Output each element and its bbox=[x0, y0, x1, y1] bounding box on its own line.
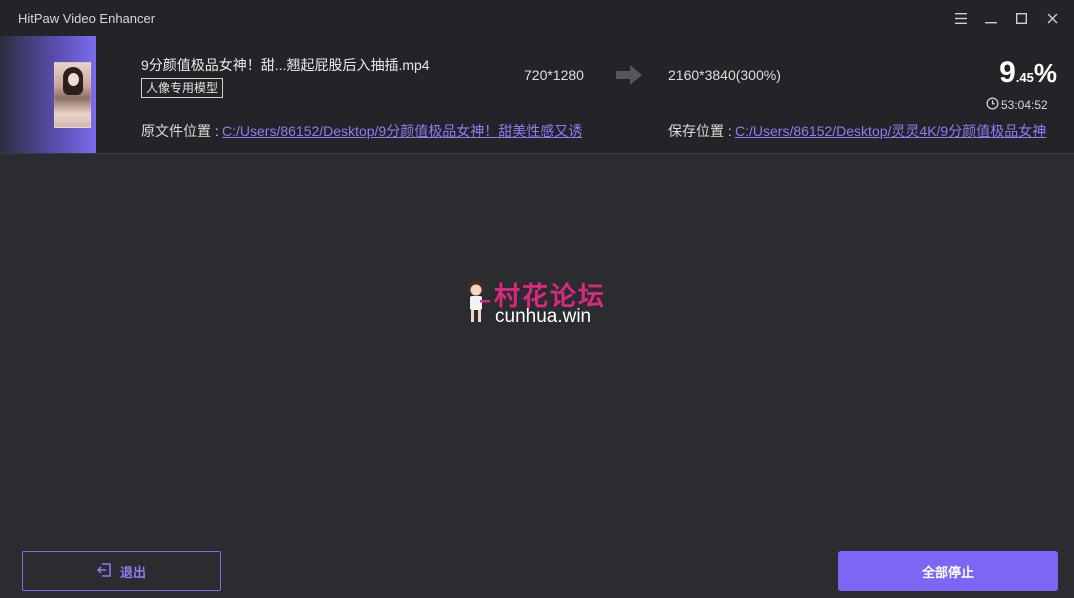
maximize-icon[interactable] bbox=[1011, 8, 1031, 28]
file-name: 9分颜值极品女神！甜...翘起屁股后入抽插.mp4 bbox=[141, 57, 430, 73]
close-icon[interactable] bbox=[1042, 8, 1062, 28]
progress-percent: 9.45% bbox=[985, 56, 1057, 90]
exit-label: 退出 bbox=[119, 564, 146, 580]
menu-icon[interactable] bbox=[951, 8, 971, 28]
minimize-icon[interactable] bbox=[981, 8, 1001, 28]
title-bar: HitPaw Video Enhancer bbox=[0, 0, 1074, 36]
exit-button[interactable]: 退出 bbox=[22, 551, 221, 591]
progress-integer: 9 bbox=[999, 56, 1016, 89]
save-path-label: 保存位置 : bbox=[668, 123, 732, 139]
remaining-time-value: 53:04:52 bbox=[1001, 98, 1048, 112]
exit-icon bbox=[96, 562, 112, 580]
remaining-time: 53:04:52 bbox=[986, 97, 1048, 113]
stop-all-button[interactable]: 全部停止 bbox=[838, 551, 1058, 591]
watermark-logo: 村花论坛 cunhua.win bbox=[462, 276, 622, 328]
task-row: 9分颜值极品女神！甜...翘起屁股后入抽插.mp4 人像专用模型 720*128… bbox=[0, 36, 1074, 154]
source-resolution: 720*1280 bbox=[524, 67, 584, 83]
source-path-link[interactable]: C:/Users/86152/Desktop/9分颜值极品女神！甜美性感又诱 bbox=[222, 121, 587, 141]
video-thumbnail[interactable] bbox=[54, 62, 91, 128]
stop-all-label: 全部停止 bbox=[921, 564, 974, 580]
mascot-icon bbox=[462, 278, 492, 331]
progress-decimal: .45 bbox=[1015, 70, 1034, 85]
watermark-en: cunhua.win bbox=[495, 306, 592, 327]
app-title: HitPaw Video Enhancer bbox=[18, 11, 156, 26]
source-path-label: 原文件位置 : bbox=[141, 123, 219, 139]
model-tag: 人像专用模型 bbox=[141, 78, 224, 98]
progress-symbol: % bbox=[1033, 58, 1057, 88]
save-path-link[interactable]: C:/Users/86152/Desktop/灵灵4K/9分颜值极品女神 bbox=[735, 121, 1054, 141]
target-resolution: 2160*3840(300%) bbox=[668, 67, 781, 83]
clock-icon bbox=[986, 97, 999, 113]
arrow-right-icon bbox=[614, 62, 644, 93]
